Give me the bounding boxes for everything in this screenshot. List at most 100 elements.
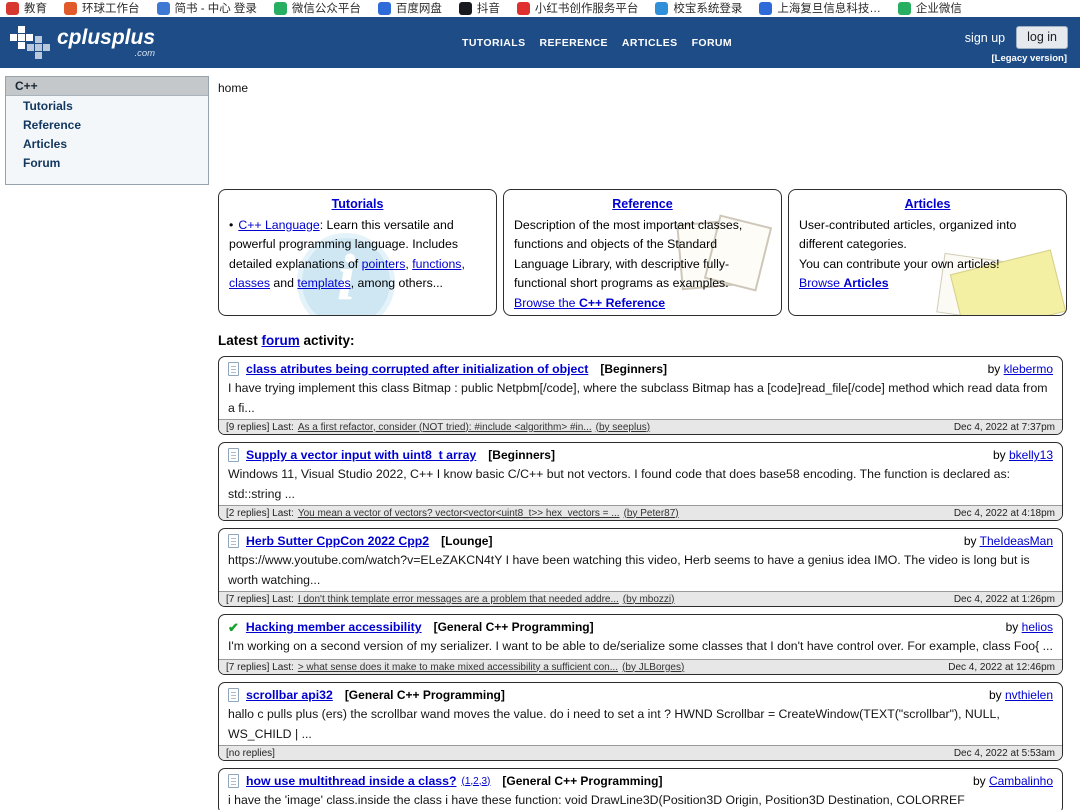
classes-link[interactable]: classes xyxy=(229,276,270,290)
last-reply-author-link[interactable]: (by seeplus) xyxy=(596,422,650,433)
post-author-link[interactable]: bkelly13 xyxy=(1009,448,1053,462)
post-title-link[interactable]: Hacking member accessibility xyxy=(246,620,422,634)
last-reply-author-link[interactable]: (by JLBorges) xyxy=(622,662,684,673)
browse-articles-link[interactable]: Browse Articles xyxy=(799,276,889,290)
post-title-link[interactable]: Herb Sutter CppCon 2022 Cpp2 xyxy=(246,534,429,548)
reference-box-title-link[interactable]: Reference xyxy=(514,195,771,215)
post-category: [Lounge] xyxy=(441,534,493,548)
bookmark-item[interactable]: 教育 xyxy=(6,0,47,16)
login-button[interactable]: log in xyxy=(1016,26,1068,49)
post-footer: [7 replies] Last: > what sense does it m… xyxy=(219,659,1062,674)
last-reply-author-link[interactable]: (by mbozzi) xyxy=(623,594,675,605)
post-pages-link[interactable]: (1,2,3) xyxy=(461,776,490,787)
site-logo[interactable]: cplusplus .com xyxy=(10,26,155,59)
bookmark-label: 百度网盘 xyxy=(395,3,442,15)
forum-post: Supply a vector input with uint8_t array… xyxy=(218,442,1063,521)
sidebar-item-forum[interactable]: Forum xyxy=(6,153,208,172)
nav-reference[interactable]: REFERENCE xyxy=(540,37,608,49)
cpp-language-link[interactable]: C++ Language xyxy=(238,218,319,232)
document-icon xyxy=(228,362,239,376)
bookmark-item[interactable]: 环球工作台 xyxy=(64,0,140,16)
heading-text: Latest xyxy=(218,333,262,348)
last-reply-link[interactable]: You mean a vector of vectors? vector<vec… xyxy=(298,508,620,519)
post-category: [General C++ Programming] xyxy=(344,688,505,702)
nav-forum[interactable]: FORUM xyxy=(692,37,733,49)
post-category: [Beginners] xyxy=(600,362,668,376)
bullet-icon: • xyxy=(229,217,234,232)
post-title-link[interactable]: how use multithread inside a class? xyxy=(246,774,456,788)
logo-suffix: .com xyxy=(134,47,156,59)
bookmark-item[interactable]: 企业微信 xyxy=(897,0,962,16)
by-label: by xyxy=(972,774,989,788)
last-reply-link[interactable]: I don't think template error messages ar… xyxy=(298,594,619,605)
bookmark-favicon xyxy=(156,1,170,15)
bookmark-item[interactable]: 上海复旦信息科技… xyxy=(759,0,881,16)
sidebar-item-articles[interactable]: Articles xyxy=(6,134,208,153)
functions-link[interactable]: functions xyxy=(412,257,461,271)
post-author-link[interactable]: nvthielen xyxy=(1005,688,1053,702)
browser-bookmarks-bar: 教育 环球工作台 简书 - 中心 登录 微信公众平台 百度网盘 抖音 小红书创作… xyxy=(0,0,1080,17)
bookmark-item[interactable]: 简书 - 中心 登录 xyxy=(156,0,257,16)
articles-box-title-link[interactable]: Articles xyxy=(799,195,1056,215)
bookmark-item[interactable]: 百度网盘 xyxy=(377,0,442,16)
document-icon xyxy=(228,534,239,548)
site-header: cplusplus .com TUTORIALS REFERENCE ARTIC… xyxy=(0,17,1080,68)
nav-tutorials[interactable]: TUTORIALS xyxy=(462,37,526,49)
post-author: by nvthielen xyxy=(989,688,1053,702)
heading-text: activity: xyxy=(299,333,355,348)
post-footer: [no replies] Dec 4, 2022 at 5:53am xyxy=(219,745,1062,760)
bookmark-item[interactable]: 校宝系统登录 xyxy=(655,0,742,16)
bookmark-item[interactable]: 抖音 xyxy=(458,0,500,16)
tutorials-text: , among others... xyxy=(350,276,443,290)
last-reply-link[interactable]: As a first refactor, consider (NOT tried… xyxy=(298,422,592,433)
browse-reference-link[interactable]: Browse the C++ Reference xyxy=(514,296,665,310)
bookmark-item[interactable]: 小红书创作服务平台 xyxy=(516,0,639,16)
bookmark-favicon xyxy=(377,1,391,15)
post-footer: [9 replies] Last: As a first refactor, c… xyxy=(219,419,1062,434)
last-reply-author-link[interactable]: (by Peter87) xyxy=(624,508,679,519)
sidebar-item-reference[interactable]: Reference xyxy=(6,115,208,134)
post-excerpt: https://www.youtube.com/watch?v=ELeZAKCN… xyxy=(228,553,1030,587)
templates-link[interactable]: templates xyxy=(297,276,350,290)
last-reply-link[interactable]: > what sense does it make to make mixed … xyxy=(298,662,618,673)
bookmark-label: 抖音 xyxy=(476,3,500,15)
post-category: [General C++ Programming] xyxy=(433,620,594,634)
forum-link[interactable]: forum xyxy=(262,333,300,348)
bookmark-label: 小红书创作服务平台 xyxy=(534,3,639,15)
post-footer: [2 replies] Last: You mean a vector of v… xyxy=(219,505,1062,520)
post-author-link[interactable]: TheIdeasMan xyxy=(980,534,1053,548)
tutorials-text: and xyxy=(270,276,298,290)
forum-post: class atributes being corrupted after in… xyxy=(218,356,1063,435)
bookmark-favicon xyxy=(516,1,530,15)
post-author: by TheIdeasMan xyxy=(964,534,1053,548)
forum-post: how use multithread inside a class? (1,2… xyxy=(218,768,1063,810)
post-author-link[interactable]: Cambalinho xyxy=(989,774,1053,788)
browse-articles-pre: Browse xyxy=(799,276,844,290)
post-title-link[interactable]: class atributes being corrupted after in… xyxy=(246,362,588,376)
forum-post: scrollbar api32 [General C++ Programming… xyxy=(218,682,1063,761)
articles-text: You can contribute your own articles! xyxy=(799,256,1000,271)
post-author: by bkelly13 xyxy=(993,448,1053,462)
post-title-link[interactable]: Supply a vector input with uint8_t array xyxy=(246,448,476,462)
post-replies: [7 replies] Last: xyxy=(226,661,294,673)
breadcrumb: home xyxy=(218,81,249,95)
bookmark-label: 上海复旦信息科技… xyxy=(777,3,881,15)
bookmark-item[interactable]: 微信公众平台 xyxy=(273,0,361,16)
legacy-version-link[interactable]: [Legacy version] xyxy=(992,53,1068,64)
post-date: Dec 4, 2022 at 12:46pm xyxy=(948,661,1055,673)
tutorials-box-title-link[interactable]: Tutorials xyxy=(229,195,486,215)
document-icon xyxy=(228,774,239,788)
sidebar-item-tutorials[interactable]: Tutorials xyxy=(6,96,208,115)
signup-link[interactable]: sign up xyxy=(965,31,1005,45)
reference-text: Description of the most important classe… xyxy=(514,217,743,291)
pointers-link[interactable]: pointers xyxy=(362,257,406,271)
nav-articles[interactable]: ARTICLES xyxy=(622,37,678,49)
post-author: by klebermo xyxy=(988,362,1053,376)
post-date: Dec 4, 2022 at 4:18pm xyxy=(953,507,1055,519)
post-author-link[interactable]: helios xyxy=(1022,620,1053,634)
post-author-link[interactable]: klebermo xyxy=(1004,362,1053,376)
post-excerpt: I'm working on a second version of my se… xyxy=(228,639,1053,653)
by-label: by xyxy=(1005,620,1022,634)
post-title-link[interactable]: scrollbar api32 xyxy=(246,688,333,702)
document-icon xyxy=(228,448,239,462)
